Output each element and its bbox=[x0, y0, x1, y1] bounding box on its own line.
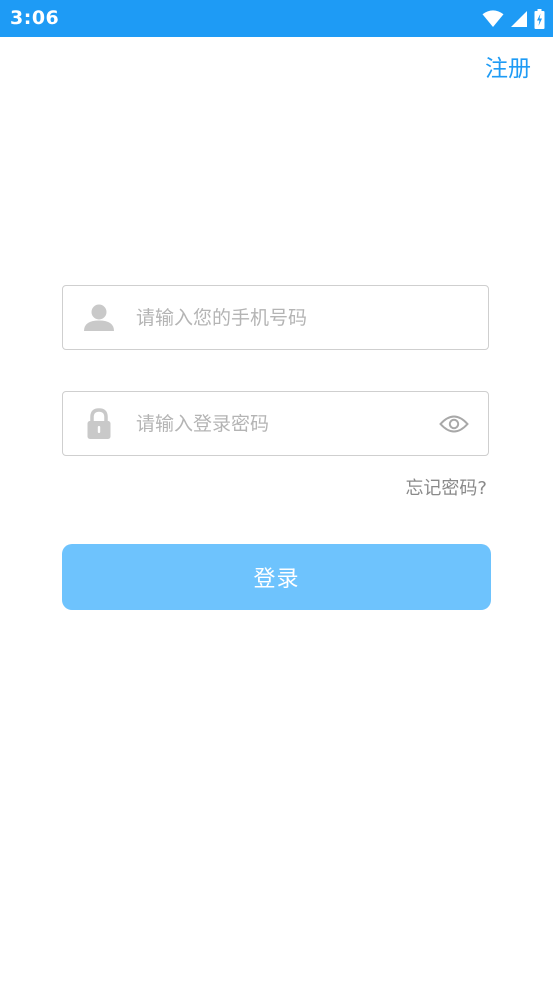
cell-signal-icon bbox=[510, 10, 528, 28]
eye-icon[interactable] bbox=[438, 408, 470, 440]
user-icon bbox=[83, 302, 115, 334]
lock-icon bbox=[83, 407, 115, 440]
phone-input[interactable] bbox=[136, 286, 426, 349]
status-icons bbox=[482, 7, 545, 31]
status-bar: 3:06 bbox=[0, 0, 553, 37]
password-field[interactable] bbox=[62, 391, 489, 456]
status-time: 3:06 bbox=[10, 7, 60, 29]
wifi-icon bbox=[482, 10, 504, 28]
phone-field[interactable] bbox=[62, 285, 489, 350]
login-button[interactable]: 登录 bbox=[62, 544, 491, 610]
battery-charging-icon bbox=[534, 9, 545, 29]
forgot-password-link[interactable]: 忘记密码? bbox=[405, 476, 487, 502]
login-screen: 3:06 注册 请输入您的手机号码 忘记密码? 登录 bbox=[0, 0, 553, 983]
register-link[interactable]: 注册 bbox=[485, 53, 531, 85]
password-input[interactable] bbox=[136, 392, 426, 455]
